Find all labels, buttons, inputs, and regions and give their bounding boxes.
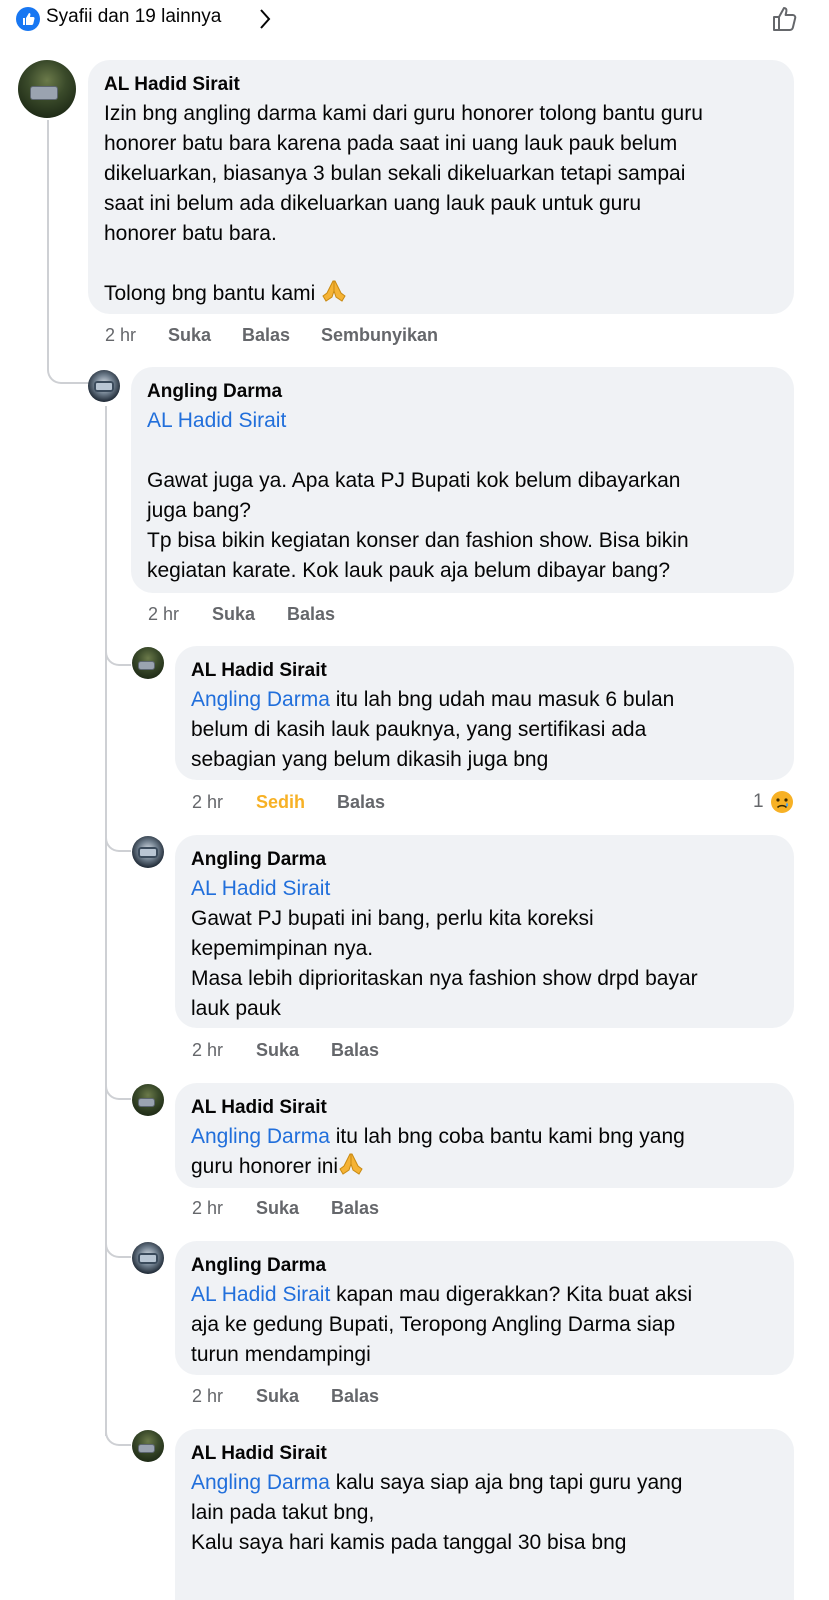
comment-text: Angling Darma itu lah bng udah mau masuk… (191, 688, 675, 711)
folded-hands-icon (339, 1153, 363, 1175)
al-hadid-avatar[interactable] (132, 647, 164, 679)
comment-actions: 2 hr Suka Balas (192, 1198, 492, 1224)
like-button[interactable]: Suka (168, 325, 211, 346)
like-icon (16, 7, 40, 31)
sad-face-icon[interactable] (770, 790, 794, 814)
reply-button[interactable]: Balas (337, 792, 385, 813)
comment-text: Angling Darma itu lah bng coba bantu kam… (191, 1125, 685, 1148)
comment-time[interactable]: 2 hr (192, 1386, 223, 1407)
al-hadid-avatar[interactable] (132, 1084, 164, 1116)
comment-text: Gawat PJ bupati ini bang, perlu kita kor… (191, 907, 698, 1020)
comment-author[interactable]: AL Hadid Sirait (191, 1439, 778, 1468)
angling-darma-avatar[interactable] (132, 836, 164, 868)
comment-author[interactable]: Angling Darma (147, 377, 778, 406)
hide-button[interactable]: Sembunyikan (321, 325, 438, 346)
reply-button[interactable]: Balas (331, 1040, 379, 1061)
comment-text: Gawat juga ya. Apa kata PJ Bupati kok be… (147, 469, 689, 582)
comment-author[interactable]: Angling Darma (191, 845, 778, 874)
chevron-right-icon[interactable] (258, 7, 272, 31)
comment-bubble: Angling Darma AL Hadid Sirait Gawat juga… (131, 367, 794, 593)
like-button[interactable]: Suka (256, 1198, 299, 1219)
comment-bubble: Angling Darma AL Hadid Sirait kapan mau … (175, 1241, 794, 1375)
angling-darma-avatar[interactable] (132, 1242, 164, 1274)
comment-bubble: Angling Darma AL Hadid Sirait Gawat PJ b… (175, 835, 794, 1028)
al-hadid-avatar[interactable] (132, 1430, 164, 1462)
folded-hands-icon (322, 280, 346, 302)
comment-actions: 2 hr Suka Balas (192, 1040, 492, 1066)
mention-link[interactable]: Angling Darma (191, 1125, 330, 1148)
thread-connector (105, 826, 131, 852)
al-hadid-avatar[interactable] (18, 60, 76, 118)
reaction-count[interactable]: 1 (753, 791, 764, 813)
comment-text: belum di kasih lauk pauknya, yang sertif… (191, 718, 647, 771)
comment-author[interactable]: Angling Darma (191, 1251, 778, 1280)
comment-text: AL Hadid Sirait kapan mau digerakkan? Ki… (191, 1283, 693, 1306)
reply-button[interactable]: Balas (331, 1386, 379, 1407)
like-button[interactable]: Suka (256, 1040, 299, 1061)
comment-bubble: AL Hadid Sirait Angling Darma itu lah bn… (175, 1083, 794, 1188)
comment-text: Angling Darma kalu saya siap aja bng tap… (191, 1471, 683, 1494)
thread-connector (47, 352, 89, 384)
reply-button[interactable]: Balas (287, 604, 335, 625)
comment-actions: 2 hr Sedih Balas (192, 792, 492, 818)
thread-line (47, 120, 49, 360)
comment-time[interactable]: 2 hr (192, 1040, 223, 1061)
thread-line (105, 406, 107, 1436)
comment-author[interactable]: AL Hadid Sirait (104, 70, 778, 99)
comment-actions: 2 hr Suka Balas Sembunyikan (105, 325, 505, 351)
thread-connector (105, 1074, 131, 1100)
mention-link[interactable]: Angling Darma (191, 1471, 330, 1494)
reply-button[interactable]: Balas (242, 325, 290, 346)
comment-bubble: AL Hadid Sirait Angling Darma itu lah bn… (175, 646, 794, 780)
thread-connector (105, 1232, 131, 1258)
comment-time[interactable]: 2 hr (192, 792, 223, 813)
comment-text: Izin bng angling darma kami dari guru ho… (104, 102, 703, 305)
comment-bubble: AL Hadid Sirait Angling Darma kalu saya … (175, 1429, 794, 1600)
reply-button[interactable]: Balas (331, 1198, 379, 1219)
mention-link[interactable]: Angling Darma (191, 688, 330, 711)
comment-author[interactable]: AL Hadid Sirait (191, 1093, 778, 1122)
comment-author[interactable]: AL Hadid Sirait (191, 656, 778, 685)
angling-darma-avatar[interactable] (88, 370, 120, 402)
reactors-link[interactable]: Syafii dan 19 lainnya (46, 6, 221, 28)
comment-bubble: AL Hadid Sirait Izin bng angling darma k… (88, 60, 794, 314)
thumb-up-outline-icon[interactable] (770, 4, 800, 34)
comment-text: aja ke gedung Bupati, Teropong Angling D… (191, 1313, 676, 1366)
comment-time[interactable]: 2 hr (105, 325, 136, 346)
thread-connector (105, 640, 131, 666)
like-button[interactable]: Suka (212, 604, 255, 625)
mention-link[interactable]: AL Hadid Sirait (191, 874, 778, 904)
thread-connector (105, 1420, 131, 1446)
comment-text: lain pada takut bng, Kalu saya hari kami… (191, 1501, 627, 1554)
like-button[interactable]: Suka (256, 1386, 299, 1407)
comment-text: guru honorer ini (191, 1152, 778, 1182)
mention-link[interactable]: AL Hadid Sirait (147, 406, 778, 436)
comment-actions: 2 hr Suka Balas (192, 1386, 492, 1412)
sad-reaction-button[interactable]: Sedih (256, 792, 305, 813)
comment-time[interactable]: 2 hr (192, 1198, 223, 1219)
mention-link[interactable]: AL Hadid Sirait (191, 1283, 330, 1306)
comment-actions: 2 hr Suka Balas (148, 604, 448, 630)
reactions-bar: Syafii dan 19 lainnya (0, 0, 829, 40)
comment-time[interactable]: 2 hr (148, 604, 179, 625)
